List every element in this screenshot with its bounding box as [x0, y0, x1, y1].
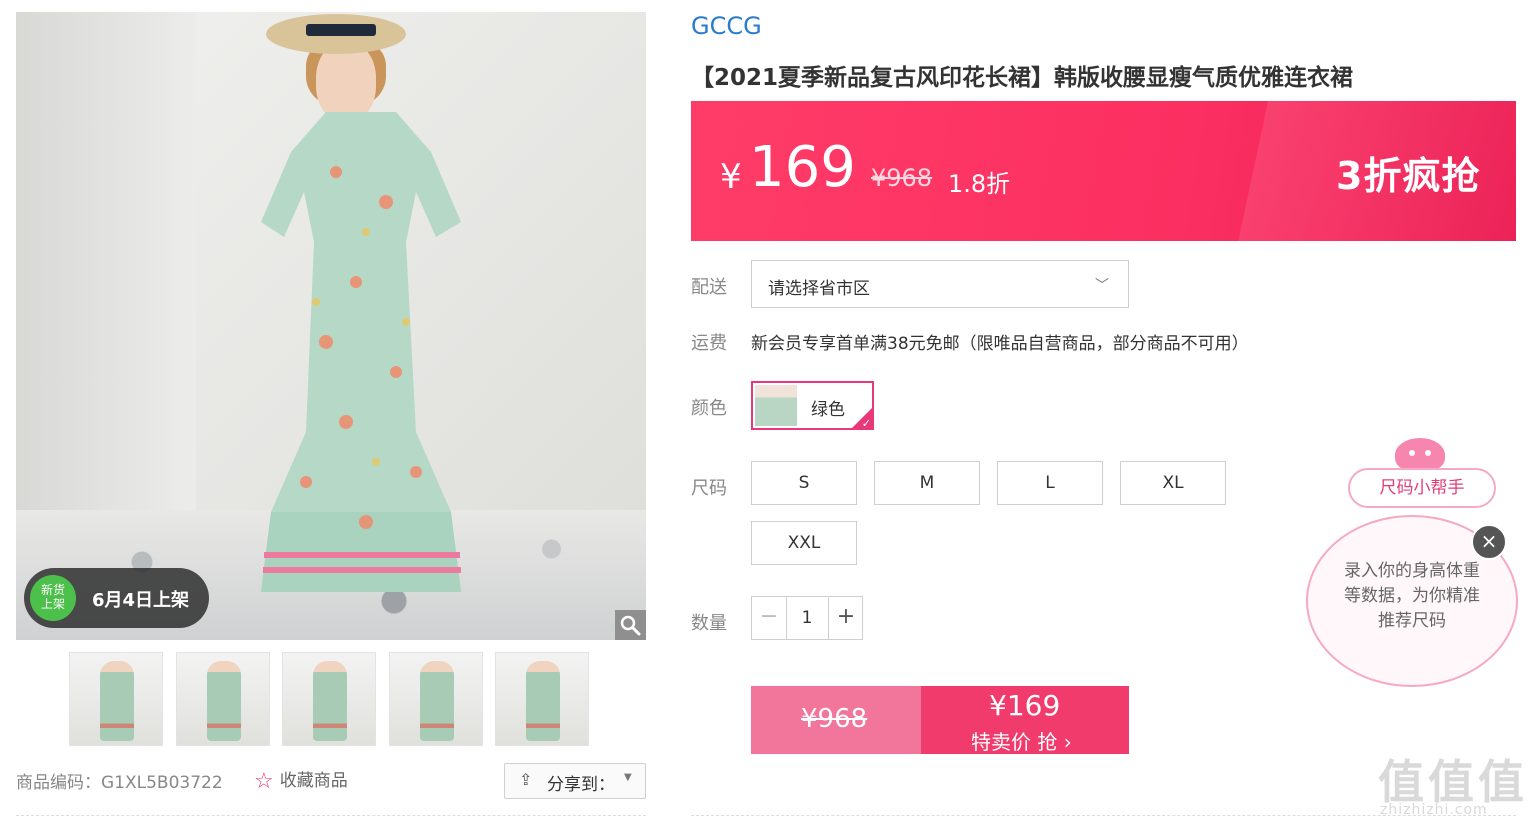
quantity-value[interactable]: 1: [787, 597, 827, 639]
freight-label: 运费: [691, 333, 727, 354]
size-option-xl[interactable]: XL: [1120, 461, 1226, 505]
brand-link[interactable]: GCCG: [691, 12, 762, 40]
thumbnail-1[interactable]: [69, 652, 163, 746]
share-icon: ⇪: [519, 770, 533, 789]
currency-symbol: ¥: [720, 157, 742, 197]
new-arrival-circle: 新货 上架: [30, 575, 76, 621]
share-button[interactable]: ⇪ 分享到： ▼: [504, 763, 646, 799]
shipping-region-value: 请选择省市区: [768, 279, 870, 299]
product-code: 商品编码：G1XL5B03722: [16, 773, 223, 793]
site-watermark: 值值值 zhizhizhi.com: [1378, 746, 1528, 818]
size-option-m[interactable]: M: [874, 461, 980, 505]
thumbnail-2[interactable]: [176, 652, 270, 746]
watermark-url: zhizhizhi.com: [1380, 802, 1488, 818]
price-banner: ¥ 169 ¥968 1.8折 3折疯抢: [691, 101, 1516, 241]
buy-original-price: ¥968: [751, 686, 921, 754]
shipping-region-select[interactable]: 请选择省市区 ﹀: [751, 260, 1129, 308]
favorite-button[interactable]: ☆ 收藏商品: [254, 766, 348, 794]
mascot-icon: [1395, 438, 1445, 472]
original-price: ¥968: [871, 164, 933, 192]
quantity-decrease-button[interactable]: −: [752, 597, 787, 639]
star-icon: ☆: [254, 769, 274, 794]
freight-text: 新会员专享首单满38元免邮（限唯品自营商品，部分商品不可用）: [751, 334, 1249, 354]
size-option-xxl[interactable]: XXL: [751, 521, 857, 565]
color-option-green[interactable]: 绿色 ✓: [751, 381, 874, 430]
new-arrival-badge: 新货 上架 6月4日上架: [24, 568, 209, 628]
thumbnail-5[interactable]: [495, 652, 589, 746]
model-hat-band: [306, 24, 376, 36]
thumbnail-3[interactable]: [282, 652, 376, 746]
buy-now-label: 特卖价 抢 ›: [971, 730, 1072, 754]
buy-now-price: ¥169: [989, 689, 1061, 722]
dress-illustration: [261, 112, 461, 592]
caret-down-icon: ▼: [624, 772, 632, 783]
promo-text: 3折疯抢: [1336, 154, 1481, 198]
zoom-button[interactable]: [615, 610, 646, 640]
magnifier-icon: [620, 615, 641, 636]
sale-price: 169: [749, 135, 856, 200]
size-label: 尺码: [691, 478, 727, 499]
arrival-date: 6月4日上架: [92, 590, 190, 611]
product-title: 【2021夏季新品复古风印花长裙】韩版收腰显瘦气质优雅连衣裙: [691, 65, 1354, 91]
size-helper-text: 录入你的身高体重等数据，为你精准推荐尺码: [1344, 561, 1480, 631]
size-option-l[interactable]: L: [997, 461, 1103, 505]
discount-rate: 1.8折: [948, 170, 1011, 198]
color-label: 颜色: [691, 398, 727, 419]
watermark-logo: 值值值: [1378, 755, 1528, 809]
size-helper-button[interactable]: 尺码小帮手: [1348, 468, 1496, 508]
quantity-label: 数量: [691, 613, 727, 634]
check-icon: ✓: [861, 417, 871, 430]
quantity-stepper: − 1 +: [751, 596, 863, 640]
buy-original-price-text: ¥968: [801, 704, 868, 734]
divider-left: [16, 815, 646, 816]
thumbnail-4[interactable]: [389, 652, 483, 746]
favorite-label: 收藏商品: [279, 771, 348, 791]
share-label: 分享到：: [547, 775, 615, 795]
close-icon[interactable]: ×: [1471, 524, 1507, 560]
size-option-s[interactable]: S: [751, 461, 857, 505]
new-arrival-line2: 上架: [40, 597, 65, 611]
new-arrival-line1: 新货: [40, 583, 65, 597]
color-swatch: [755, 385, 797, 426]
color-option-label: 绿色: [811, 400, 845, 420]
buy-now-button[interactable]: ¥169 特卖价 抢 ›: [921, 686, 1129, 754]
chevron-down-icon: ﹀: [1095, 278, 1109, 294]
quantity-increase-button[interactable]: +: [828, 597, 863, 639]
main-product-image[interactable]: [16, 12, 646, 640]
shipping-label: 配送: [691, 277, 727, 298]
model-face: [316, 42, 376, 122]
